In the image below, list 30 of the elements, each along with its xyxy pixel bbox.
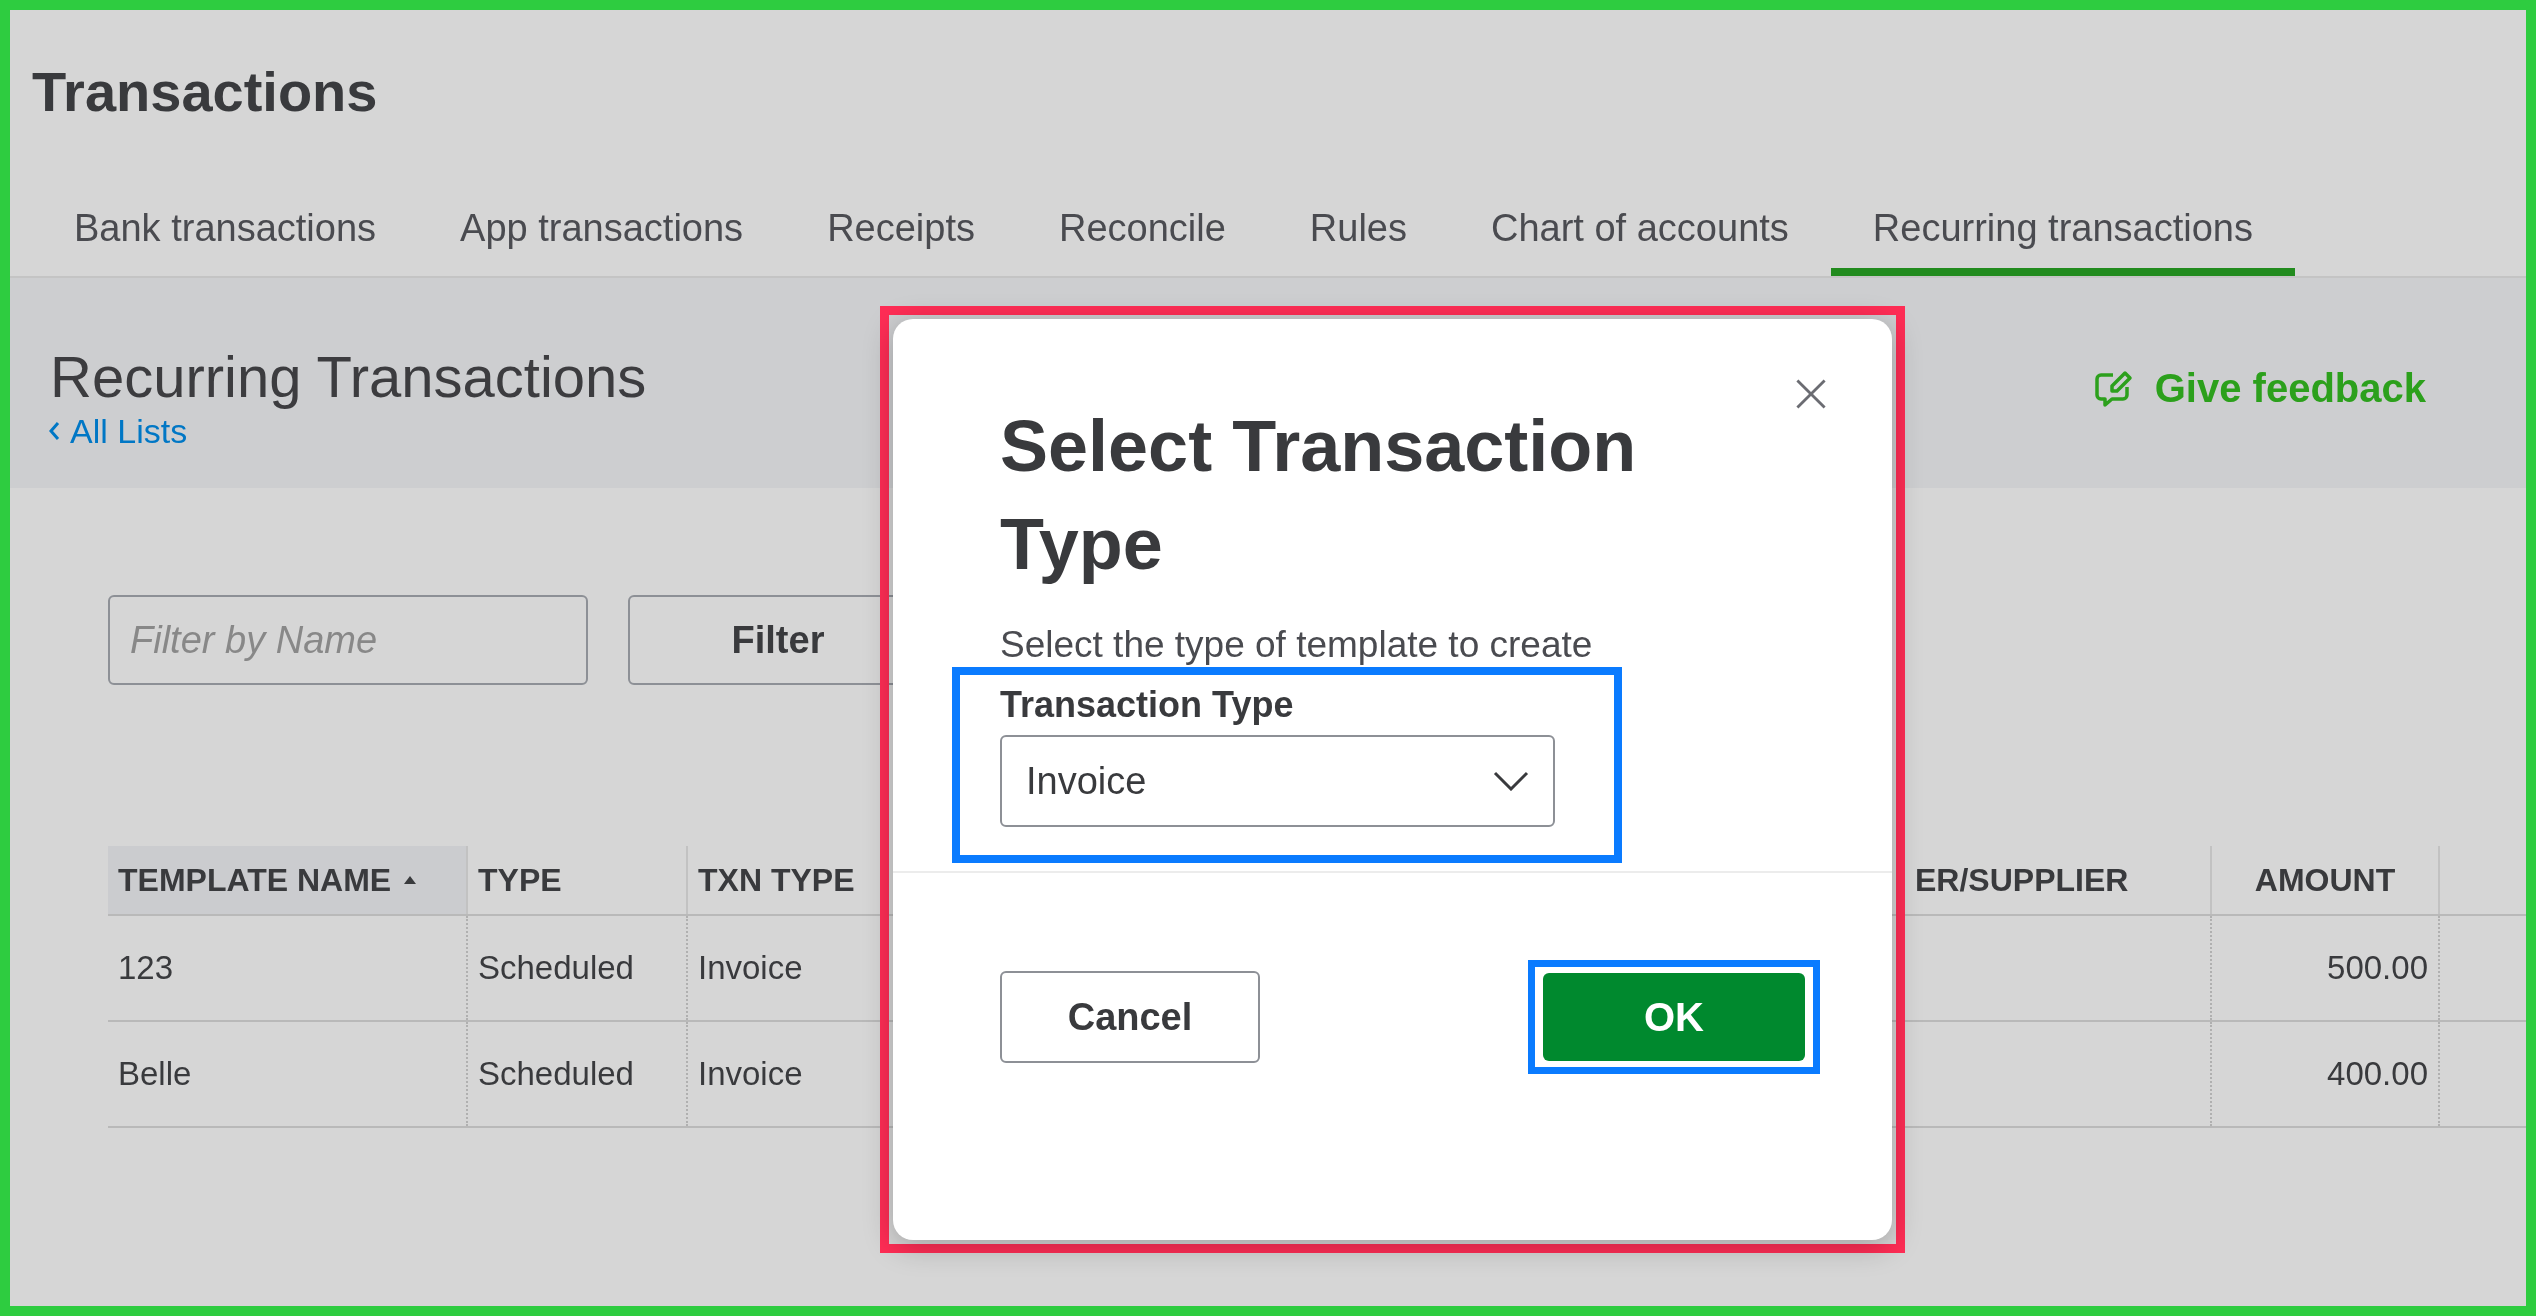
table-cell: Scheduled [466,916,686,1020]
column-header[interactable]: TYPE [466,846,686,914]
chevron-down-icon [1493,771,1529,791]
transaction-type-dropdown[interactable]: Invoice [1000,735,1555,827]
cancel-button[interactable]: Cancel [1000,971,1260,1063]
table-cell-text: 123 [117,948,175,988]
column-header[interactable]: AMOUNT [2210,846,2438,914]
table-cell-text: Belle [117,1054,193,1094]
column-header[interactable]: TEMPLATE NAME [108,846,466,914]
dialog-subtitle: Select the type of template to create [1000,623,1594,667]
tab[interactable]: Rules [1267,188,1449,276]
tab[interactable]: Chart of accounts [1449,188,1831,276]
back-link[interactable]: All Lists [48,411,188,451]
chevron-left-icon [48,421,60,441]
tab[interactable]: Reconcile [1016,188,1268,276]
table-cell: Scheduled [466,1022,686,1126]
table-cell: 400.00 [2210,1022,2438,1126]
column-header[interactable]: ER/SUPPLIER [1915,846,2210,914]
table-cell: 500.00 [2210,916,2438,1020]
section-title: Recurring Transactions [50,343,647,411]
dialog-title: Select Transaction Type [1000,405,1638,586]
page-title: Transactions [32,59,379,124]
speech-bubble-pencil-icon [2092,368,2133,409]
tab[interactable]: App transactions [418,188,786,276]
field-label: Transaction Type [1000,683,1295,727]
close-icon[interactable] [1794,377,1828,411]
ok-button[interactable]: OK [1543,973,1805,1061]
filter-input[interactable]: Filter by Name [108,595,588,685]
tab[interactable]: Bank transactions [32,188,419,276]
tab[interactable]: Receipts [785,188,1017,276]
